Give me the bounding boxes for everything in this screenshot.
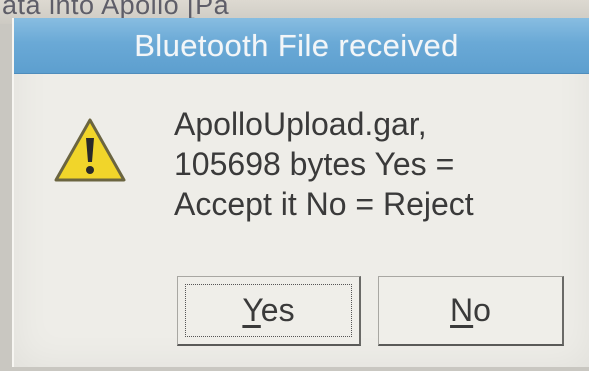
message-line-filename: ApolloUpload.gar,: [174, 106, 427, 142]
no-button[interactable]: No: [378, 276, 564, 346]
dialog-message: ApolloUpload.gar, 105698 bytes Yes = Acc…: [174, 104, 474, 224]
bluetooth-file-dialog: Bluetooth File received ApolloUpload.gar…: [12, 18, 589, 367]
no-label-rest: o: [473, 292, 491, 328]
yes-mnemonic: Y: [242, 292, 261, 328]
warning-exclamation-dot: [86, 166, 94, 174]
dialog-titlebar[interactable]: Bluetooth File received: [14, 18, 589, 74]
message-line-options: Accept it No = Reject: [174, 186, 474, 222]
warning-icon: [54, 118, 126, 182]
yes-button[interactable]: Yes: [177, 276, 361, 346]
yes-label-rest: es: [260, 292, 295, 328]
message-line-size: 105698 bytes Yes =: [174, 146, 455, 182]
no-mnemonic: N: [450, 292, 474, 328]
dialog-title: Bluetooth File received: [134, 27, 459, 63]
yes-button-label: Yes: [242, 292, 294, 329]
no-button-label: No: [450, 292, 491, 329]
